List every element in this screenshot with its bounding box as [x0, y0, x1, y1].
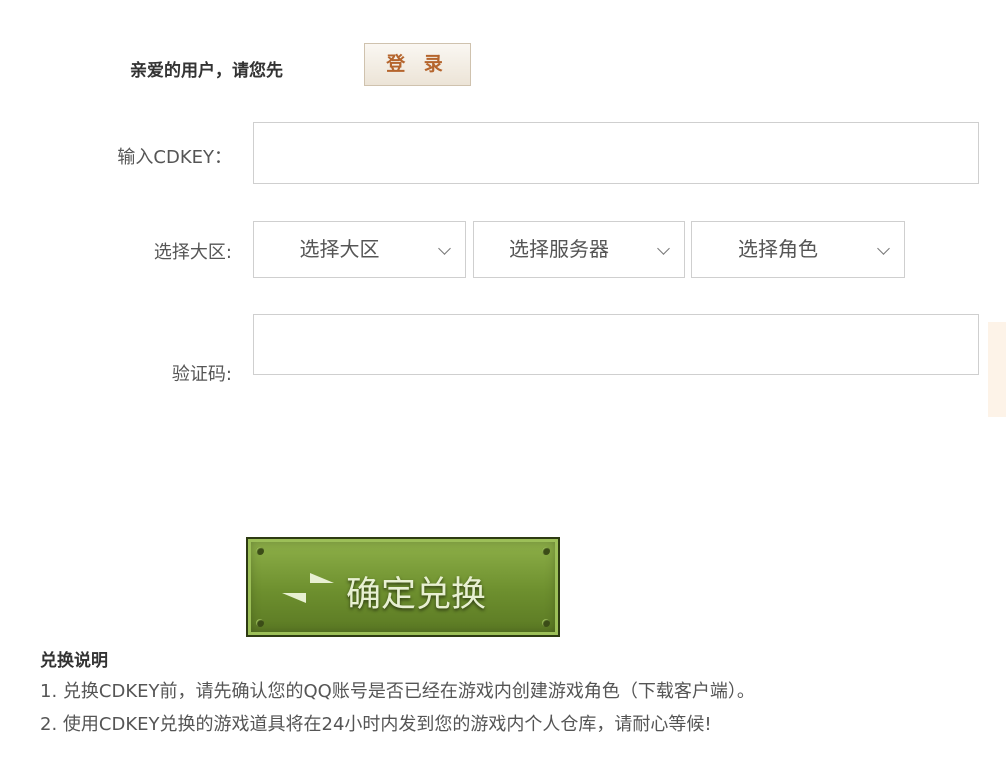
captcha-label: 验证码: — [171, 364, 232, 385]
rivet-icon — [256, 619, 264, 627]
chevron-down-icon — [657, 242, 670, 255]
notes-title: 兑换说明 — [40, 651, 108, 671]
region-select[interactable]: 选择大区 — [253, 221, 466, 278]
server-select[interactable]: 选择服务器 — [473, 221, 685, 278]
cdkey-label: 输入CDKEY： — [117, 147, 232, 168]
login-button[interactable]: 登 录 — [364, 43, 471, 86]
login-prompt-text: 亲爱的用户，请您先 — [130, 61, 283, 81]
chevron-down-icon — [438, 242, 451, 255]
swap-arrows-icon — [282, 573, 334, 603]
note-item: 1. 兑换CDKEY前，请先确认您的QQ账号是否已经在游戏内创建游戏角色（下载客… — [40, 681, 755, 702]
side-float-tab[interactable] — [988, 322, 1006, 417]
rivet-icon — [542, 619, 550, 627]
captcha-input[interactable] — [253, 314, 979, 375]
region-label: 选择大区: — [153, 242, 232, 263]
confirm-exchange-button[interactable]: 确定兑换 — [246, 537, 560, 637]
note-item: 2. 使用CDKEY兑换的游戏道具将在24小时内发到您的游戏内个人仓库，请耐心等… — [40, 714, 712, 735]
role-select[interactable]: 选择角色 — [691, 221, 905, 278]
cdkey-input[interactable] — [253, 122, 979, 184]
server-select-value: 选择服务器 — [509, 237, 609, 261]
confirm-exchange-label: 确定兑换 — [346, 575, 487, 615]
rivet-icon — [256, 547, 264, 555]
rivet-icon — [542, 547, 550, 555]
chevron-down-icon — [877, 242, 890, 255]
region-select-value: 选择大区 — [299, 237, 380, 261]
role-select-value: 选择角色 — [738, 237, 818, 261]
